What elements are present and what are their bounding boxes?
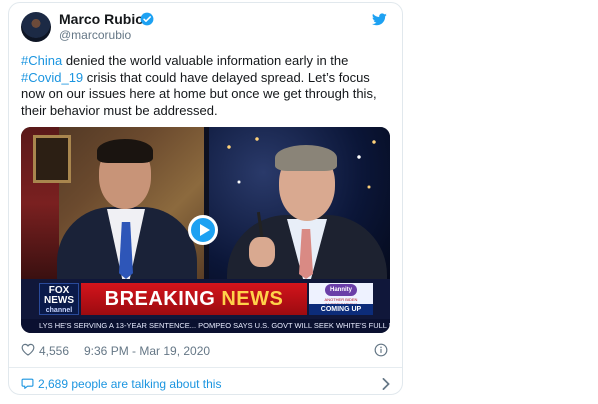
fox-news-logo: FOX NEWS channel: [39, 283, 79, 315]
tweet-meta: 4,556 9:36 PM - Mar 19, 2020: [21, 343, 391, 359]
reply-bubble-icon: [21, 378, 34, 389]
author-name[interactable]: Marco Rubio: [59, 11, 144, 27]
chevron-right-icon[interactable]: [381, 378, 391, 390]
hannity-logo: Hannity: [325, 284, 357, 296]
avatar[interactable]: [21, 12, 51, 42]
conversation-text[interactable]: 2,689 people are talking about this: [38, 377, 221, 391]
divider: [9, 367, 402, 368]
hashtag-link[interactable]: #China: [21, 53, 62, 68]
tweet-text-segment: denied the world valuable information ea…: [62, 53, 349, 68]
video-right-pane: [209, 127, 390, 279]
info-icon[interactable]: [374, 343, 388, 357]
news-lower-third: FOX NEWS channel BREAKING NEWS Hannity A…: [21, 279, 390, 319]
tweet-text: #China denied the world valuable informa…: [21, 53, 391, 119]
heart-icon[interactable]: [21, 343, 35, 356]
hashtag-link[interactable]: #Covid_19: [21, 70, 83, 85]
show-badge: Hannity ANOTHER BIDEN INVESTIGATION? COM…: [309, 283, 373, 315]
play-icon[interactable]: [188, 215, 218, 245]
coming-up-label: COMING UP: [309, 304, 373, 315]
breaking-news-banner: BREAKING NEWS: [81, 283, 307, 315]
tweet-card: Marco Rubio @marcorubio #China denied th…: [8, 2, 403, 395]
timestamp[interactable]: 9:36 PM - Mar 19, 2020: [84, 344, 210, 358]
framed-picture: [33, 135, 71, 183]
author-handle[interactable]: @marcorubio: [59, 28, 131, 42]
verified-icon: [140, 12, 154, 26]
like-count[interactable]: 4,556: [39, 344, 69, 358]
conversation-link[interactable]: 2,689 people are talking about this: [21, 377, 391, 393]
twitter-bird-icon[interactable]: [372, 13, 387, 26]
video-left-pane: [21, 127, 204, 279]
news-ticker: LYS HE'S SERVING A 13-YEAR SENTENCE... P…: [21, 319, 390, 333]
embedded-video[interactable]: FOX NEWS channel BREAKING NEWS Hannity A…: [21, 127, 390, 333]
